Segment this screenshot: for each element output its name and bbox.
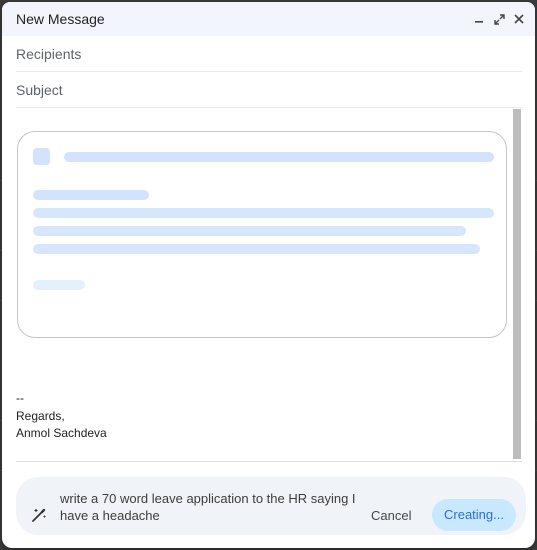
magic-wand-icon [30,506,48,524]
compose-window: New Message Recipients Subject -- Regard… [2,2,535,548]
divider [16,461,522,462]
subject-placeholder: Subject [16,82,63,98]
skeleton-avatar [33,148,50,165]
creating-button[interactable]: Creating... [432,499,516,531]
skeleton-line [33,208,494,218]
skeleton-line [33,244,480,254]
recipients-field[interactable]: Recipients [16,37,522,72]
recipients-placeholder: Recipients [16,46,82,62]
minimize-icon[interactable] [471,9,487,29]
close-icon[interactable] [511,9,527,29]
generating-card [17,131,507,338]
signature-name: Anmol Sachdeva [16,426,107,440]
signature-regards: Regards, [16,409,65,423]
body-scrollbar[interactable] [513,109,521,459]
cancel-button[interactable]: Cancel [371,508,411,523]
expand-icon[interactable] [491,9,507,29]
subject-field[interactable]: Subject [16,73,522,108]
signature-separator: -- [16,391,24,405]
skeleton-line [64,152,494,162]
skeleton-line [33,280,85,290]
compose-header: New Message [2,2,535,36]
help-me-write-bar: write a 70 word leave application to the… [16,477,526,535]
prompt-text[interactable]: write a 70 word leave application to the… [60,490,360,524]
skeleton-line [33,226,466,236]
skeleton-line [33,190,149,200]
compose-title: New Message [16,11,105,27]
